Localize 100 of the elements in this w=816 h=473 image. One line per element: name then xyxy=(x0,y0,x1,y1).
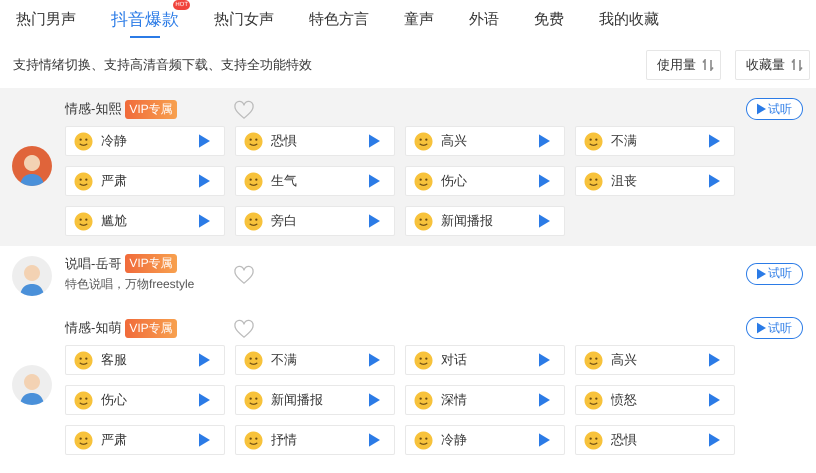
emotion-chip[interactable]: 生气 xyxy=(235,166,395,196)
play-icon xyxy=(709,353,720,367)
smiley-icon xyxy=(414,350,433,370)
emotion-chip[interactable]: 严肃 xyxy=(65,166,225,196)
play-icon xyxy=(199,214,210,228)
play-icon xyxy=(539,134,550,148)
smiley-icon xyxy=(74,212,93,230)
smiley-icon xyxy=(414,172,433,190)
smiley-icon xyxy=(74,132,93,150)
emotion-chip[interactable]: 伤心 xyxy=(65,385,225,415)
smiley-icon xyxy=(414,430,433,450)
smiley-icon xyxy=(244,390,263,410)
smiley-icon xyxy=(244,430,263,450)
play-icon xyxy=(539,174,550,188)
emotion-chip[interactable]: 高兴 xyxy=(575,345,735,375)
vip-badge: VIP专属 xyxy=(125,254,177,273)
emotion-chip[interactable]: 严肃 xyxy=(65,425,225,455)
heart-icon[interactable] xyxy=(233,319,255,339)
emotion-chip[interactable]: 新闻播报 xyxy=(405,206,565,236)
tab[interactable]: 我的收藏 xyxy=(599,0,659,38)
tab[interactable]: 童声 xyxy=(404,0,434,38)
tab[interactable]: 热门女声 xyxy=(214,0,274,38)
smiley-icon xyxy=(74,430,93,450)
smiley-icon xyxy=(584,430,603,450)
smiley-icon xyxy=(244,132,263,150)
play-icon xyxy=(369,134,380,148)
smiley-icon xyxy=(244,212,263,230)
voice-card[interactable]: 情感-知熙 VIP专属 试听 冷静 恐惧 高兴 不满 严肃 生气 伤心 沮丧 尴尬 旁白 新闻播报 xyxy=(0,88,816,246)
play-icon xyxy=(199,353,210,367)
smiley-icon xyxy=(584,172,603,190)
play-icon xyxy=(757,268,766,280)
emotion-chip[interactable]: 高兴 xyxy=(405,126,565,156)
play-icon xyxy=(539,214,550,228)
voice-card[interactable]: 说唱-岳哥 VIP专属 特色说唱，万物freestyle 试听 xyxy=(0,246,816,307)
voice-name: 情感-知熙 xyxy=(65,100,122,118)
play-icon xyxy=(709,174,720,188)
preview-button[interactable]: 试听 xyxy=(746,98,803,120)
play-icon xyxy=(199,433,210,447)
tab[interactable]: 特色方言 xyxy=(309,0,369,38)
tab[interactable]: 外语 xyxy=(469,0,499,38)
play-icon xyxy=(199,393,210,407)
play-icon xyxy=(199,174,210,188)
emotion-chip[interactable]: 不满 xyxy=(575,126,735,156)
smiley-icon xyxy=(244,172,263,190)
sort-button[interactable]: 收藏量 xyxy=(735,50,810,80)
emotion-chip[interactable]: 深情 xyxy=(405,385,565,415)
tab[interactable]: 热门男声 xyxy=(16,0,76,38)
vip-badge: VIP专属 xyxy=(125,100,177,118)
smiley-icon xyxy=(584,390,603,410)
emotion-chip[interactable]: 伤心 xyxy=(405,166,565,196)
smiley-icon xyxy=(244,350,263,370)
emotion-chip[interactable]: 冷静 xyxy=(65,126,225,156)
emotion-chip[interactable]: 尴尬 xyxy=(65,206,225,236)
preview-button[interactable]: 试听 xyxy=(746,262,803,284)
voice-name: 说唱-岳哥 xyxy=(65,254,122,272)
play-icon xyxy=(757,322,766,334)
emotion-chip[interactable]: 客服 xyxy=(65,345,225,375)
emotion-chip[interactable]: 冷静 xyxy=(405,425,565,455)
play-icon xyxy=(369,353,380,367)
emotion-chip[interactable]: 沮丧 xyxy=(575,166,735,196)
heart-icon[interactable] xyxy=(233,264,255,284)
play-icon xyxy=(369,433,380,447)
smiley-icon xyxy=(74,390,93,410)
emotion-chip[interactable]: 对话 xyxy=(405,345,565,375)
play-icon xyxy=(369,393,380,407)
emotion-chip[interactable]: 恐惧 xyxy=(235,126,395,156)
voice-description: 特色说唱，万物freestyle xyxy=(65,276,196,293)
emotion-chip[interactable]: 新闻播报 xyxy=(235,385,395,415)
play-icon xyxy=(539,393,550,407)
smiley-icon xyxy=(414,132,433,150)
smiley-icon xyxy=(584,350,603,370)
play-icon xyxy=(709,134,720,148)
tab[interactable]: 免费 xyxy=(534,0,564,38)
smiley-icon xyxy=(74,350,93,370)
sort-icon xyxy=(791,59,803,71)
play-icon xyxy=(539,433,550,447)
emotion-chip[interactable]: 不满 xyxy=(235,345,395,375)
play-icon xyxy=(709,393,720,407)
play-icon xyxy=(369,174,380,188)
heart-icon[interactable] xyxy=(233,100,255,120)
play-icon xyxy=(709,433,720,447)
play-icon xyxy=(199,134,210,148)
smiley-icon xyxy=(414,390,433,410)
smiley-icon xyxy=(584,132,603,150)
smiley-icon xyxy=(414,212,433,230)
emotion-chip[interactable]: 恐惧 xyxy=(575,425,735,455)
sort-button[interactable]: 使用量 xyxy=(646,50,721,80)
sort-icon xyxy=(702,59,714,71)
preview-button[interactable]: 试听 xyxy=(746,317,803,339)
vip-badge: VIP专属 xyxy=(125,318,177,338)
smiley-icon xyxy=(74,172,93,190)
play-icon xyxy=(369,214,380,228)
voice-card[interactable]: 情感-知萌 VIP专属 试听 客服 不满 对话 高兴 伤心 新闻播报 深情 愤怒 严肃 抒情 冷静 恐惧 xyxy=(0,307,816,465)
feature-description: 支持情绪切换、支持高清音频下载、支持全功能特效 xyxy=(13,56,312,74)
emotion-chip[interactable]: 旁白 xyxy=(235,206,395,236)
voice-name: 情感-知萌 xyxy=(65,319,122,337)
play-icon xyxy=(539,353,550,367)
play-icon xyxy=(757,103,766,115)
emotion-chip[interactable]: 抒情 xyxy=(235,425,395,455)
emotion-chip[interactable]: 愤怒 xyxy=(575,385,735,415)
